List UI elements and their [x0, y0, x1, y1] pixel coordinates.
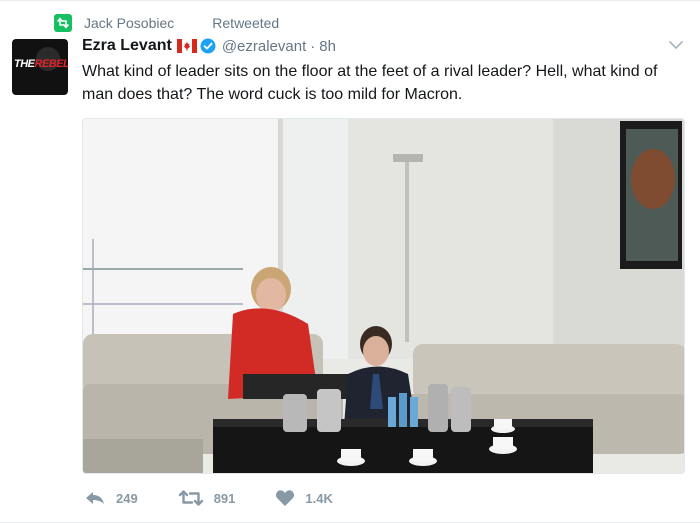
retweeter-name[interactable]: Jack Posobiec: [84, 15, 174, 31]
like-count: 1.4K: [305, 490, 333, 506]
canada-flag-icon: [176, 39, 197, 53]
tweet-actions: 249 891 1.4K: [84, 487, 373, 509]
avatar[interactable]: THEREBEL: [12, 39, 68, 95]
retweet-action[interactable]: 891: [178, 490, 236, 506]
retweeted-label: Retweeted: [212, 15, 280, 31]
retweet-count: 891: [213, 490, 236, 506]
separator-dot: ·: [310, 37, 316, 55]
author-display-name[interactable]: Ezra Levant: [82, 37, 172, 55]
reply-action[interactable]: 249: [84, 490, 138, 506]
tweet-photo[interactable]: [82, 118, 685, 474]
heart-icon: [276, 490, 295, 506]
reply-count: 249: [116, 490, 138, 506]
retweet-icon: [178, 490, 203, 506]
retweet-icon: [54, 14, 72, 32]
reply-icon: [86, 492, 104, 504]
verified-badge-icon: [200, 38, 216, 54]
like-action[interactable]: 1.4K: [275, 489, 333, 507]
tweet-header: Ezra Levant @ezralevant · 8h: [82, 35, 336, 57]
avatar-logo: THEREBEL: [14, 58, 68, 70]
chevron-down-icon[interactable]: [668, 39, 684, 51]
author-handle[interactable]: @ezralevant: [222, 38, 306, 55]
tweet-text: What kind of leader sits on the floor at…: [82, 63, 658, 103]
photo-illustration: [83, 119, 684, 473]
retweet-context: Jack Posobiec Retweeted: [54, 13, 279, 33]
tweet-timestamp[interactable]: 8h: [319, 38, 336, 55]
tweet-card[interactable]: Jack Posobiec Retweeted THEREBEL Ezra Le…: [0, 0, 700, 523]
